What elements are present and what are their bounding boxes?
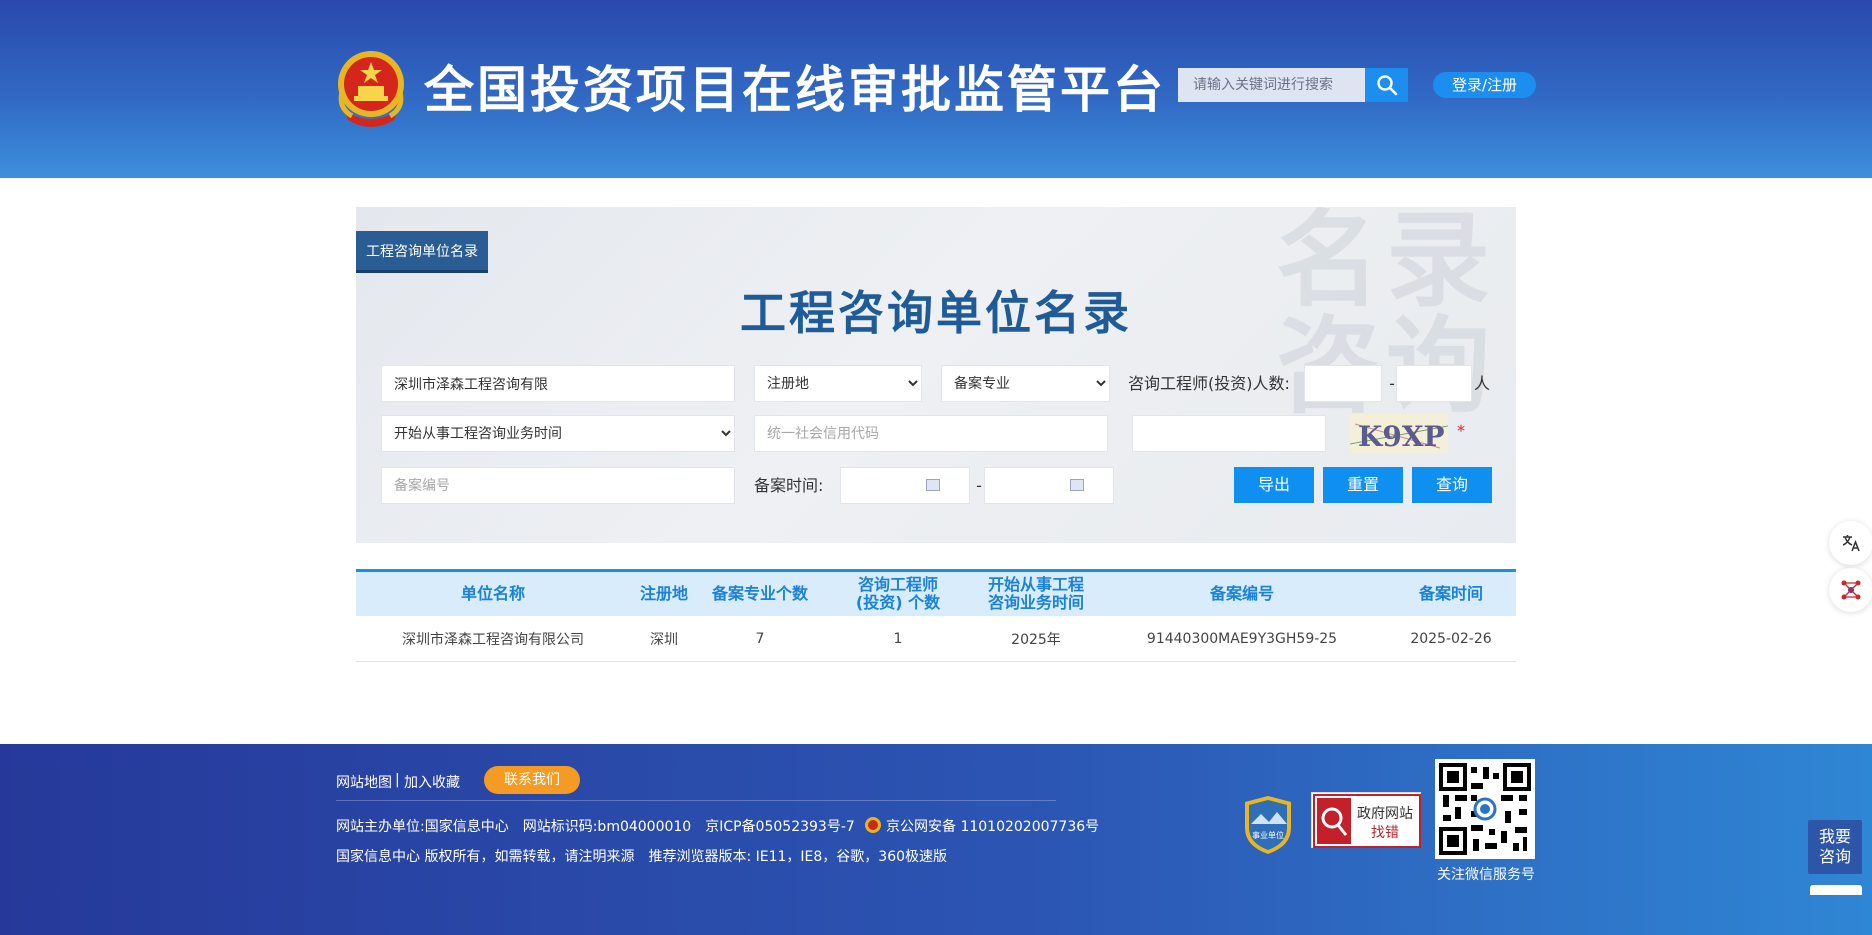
captcha-image[interactable]: K9XP [1349,414,1449,454]
cell-unit-name[interactable]: 深圳市泽森工程咨询有限公司 [356,616,630,662]
add-bookmark-link[interactable]: 加入收藏 [404,772,460,792]
police-record-link[interactable]: 京公网安备 11010202007736号 [886,816,1099,836]
specialty-select[interactable]: 备案专业 [941,365,1110,402]
col-record-no: 备案编号 [1209,584,1274,603]
footer-divider [336,800,1056,801]
person-unit-label: 人 [1474,374,1491,393]
required-mark: * [1457,421,1465,440]
table-row[interactable]: 深圳市泽森工程咨询有限公司 深圳 7 1 2025年 91440300MAE9Y… [356,616,1516,662]
record-time-end-input[interactable] [984,467,1114,504]
finder-line1: 政府网站 [1357,806,1413,822]
translate-icon [1842,535,1860,552]
col-engineer-count: 咨询工程师 (投资) 个数 [855,575,941,612]
gov-site-error-finder[interactable]: 政府网站 找错 [1311,792,1421,848]
footer-info-line: 网站主办单位:国家信息中心 网站标识码:bm04000010 京ICP备0505… [336,819,855,835]
search-button[interactable] [1365,68,1408,102]
captcha-input[interactable] [1132,415,1326,452]
cell-record-time: 2025-02-26 [1410,631,1492,647]
sitemap-link[interactable]: 网站地图 [336,772,392,792]
keyword-search-input[interactable] [1178,68,1365,102]
site-header: 全国投资项目在线审批监管平台 登录/注册 [0,0,1872,178]
table-header: 单位名称 注册地 备案专业个数 咨询工程师 (投资) 个数 开始从事工程 咨询业… [356,569,1516,616]
site-footer: 网站地图 | 加入收藏 联系我们 网站主办单位:国家信息中心 网站标识码:bm0… [0,744,1872,935]
translate-tool-button[interactable] [1829,521,1872,565]
col-start-time: 开始从事工程 咨询业务时间 [987,575,1084,612]
panel-tag: 工程咨询单位名录 [356,231,488,273]
export-button[interactable]: 导出 [1234,467,1314,503]
reset-button[interactable]: 重置 [1323,467,1403,503]
consult-tab[interactable] [1810,885,1862,895]
public-institution-badge[interactable]: 事业单位 [1243,794,1293,856]
col-region: 注册地 [639,584,688,603]
login-register-button[interactable]: 登录/注册 [1433,72,1536,98]
search-icon [1376,75,1397,96]
col-unit-name: 单位名称 [460,584,525,603]
network-icon [1841,580,1861,600]
cell-engineer-count: 1 [893,631,903,647]
panel-title: 工程咨询单位名录 [740,286,1132,340]
accessibility-tool-button[interactable] [1829,568,1872,612]
query-button[interactable]: 查询 [1412,467,1492,503]
shield-icon: 事业单位 [1245,796,1291,854]
wechat-qr-code [1435,759,1535,859]
unit-name-input[interactable] [381,365,735,402]
error-finder-graphic: 政府网站 找错 [1313,794,1421,848]
engineer-count-max-input[interactable] [1396,365,1472,402]
engineer-count-label: 咨询工程师(投资)人数: [1128,374,1290,393]
finder-line2: 找错 [1371,825,1399,841]
footer-separator: | [395,772,400,788]
credit-code-input[interactable] [754,415,1108,452]
cell-specialty-count: 7 [755,631,765,647]
police-badge-icon [865,817,881,833]
cell-record-no: 91440300MAE9Y3GH59-25 [1146,631,1338,647]
captcha-text: K9XP [1358,420,1445,453]
record-time-start-input[interactable] [840,467,970,504]
col-specialty-count: 备案专业个数 [711,584,808,603]
start-time-select[interactable]: 开始从事工程咨询业务时间 [381,415,735,452]
region-select[interactable]: 注册地 [754,365,922,402]
badge-text: 事业单位 [1252,830,1284,840]
qr-code-icon [1435,759,1535,859]
national-emblem-icon [338,51,404,127]
col-record-time: 备案时间 [1418,584,1483,603]
record-no-input[interactable] [381,467,735,504]
cell-region: 深圳 [650,632,678,648]
calendar-icon[interactable] [926,479,940,491]
consult-button[interactable]: 我要 咨询 [1808,820,1862,874]
results-table: 单位名称 注册地 备案专业个数 咨询工程师 (投资) 个数 开始从事工程 咨询业… [356,569,1516,662]
footer-copyright-line: 国家信息中心 版权所有，如需转载，请注明来源 推荐浏览器版本: IE11，IE8… [336,849,948,865]
search-panel: 名录咨询 工程咨询单位名录 工程咨询单位名录 注册地 备案专业 咨询工程师(投资… [356,207,1516,543]
calendar-icon[interactable] [1070,479,1084,491]
captcha-graphic: K9XP [1349,414,1449,454]
engineer-count-min-input[interactable] [1304,365,1382,402]
qr-caption: 关注微信服务号 [1437,867,1535,883]
contact-us-button[interactable]: 联系我们 [484,766,580,794]
site-title: 全国投资项目在线审批监管平台 [424,61,1166,119]
record-time-label: 备案时间: [754,476,824,495]
cell-start-time: 2025年 [1011,632,1061,648]
